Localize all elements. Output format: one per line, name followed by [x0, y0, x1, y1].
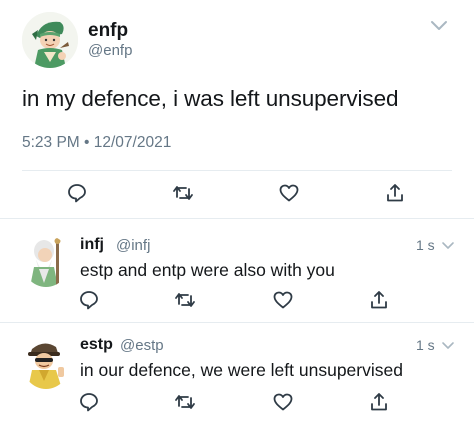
avatar-illustration: [22, 337, 70, 389]
share-icon[interactable]: [368, 289, 390, 311]
reply-time: 1 s: [416, 337, 435, 353]
like-icon[interactable]: [272, 289, 294, 311]
like-icon[interactable]: [272, 391, 294, 413]
tweet-actions: [0, 182, 474, 212]
divider: [22, 170, 452, 171]
retweet-icon[interactable]: [174, 391, 196, 413]
tweet-text: estp and entp were also with you: [80, 260, 335, 280]
tweet-thread: enfp @enfp in my defence, i was left uns…: [0, 0, 474, 423]
avatar-illustration: [22, 235, 70, 287]
tweet-timestamp[interactable]: 5:23 PM • 12/07/2021: [22, 134, 171, 152]
display-name[interactable]: enfp: [88, 20, 128, 42]
user-handle[interactable]: @estp: [120, 337, 164, 354]
share-icon[interactable]: [384, 182, 406, 204]
avatar-illustration: [22, 12, 78, 68]
reply-tweet[interactable]: estp @estp 1 s in our defence, we were l…: [0, 323, 474, 423]
avatar[interactable]: [22, 337, 70, 389]
reply-icon[interactable]: [66, 182, 88, 204]
like-icon[interactable]: [278, 182, 300, 204]
reply-tweet[interactable]: infj @infj 1 s estp and entp were also w…: [0, 219, 474, 323]
user-handle[interactable]: @enfp: [88, 42, 132, 59]
main-tweet: enfp @enfp in my defence, i was left uns…: [0, 0, 474, 220]
display-name[interactable]: infj: [80, 236, 104, 254]
reply-icon[interactable]: [78, 391, 100, 413]
retweet-icon[interactable]: [172, 182, 194, 204]
tweet-text: in our defence, we were left unsupervise…: [80, 360, 403, 380]
reply-icon[interactable]: [78, 289, 100, 311]
tweet-actions: [0, 289, 474, 319]
chevron-down-icon[interactable]: [428, 14, 450, 36]
chevron-down-icon[interactable]: [440, 338, 456, 354]
avatar[interactable]: [22, 12, 78, 68]
avatar[interactable]: [22, 235, 70, 287]
share-icon[interactable]: [368, 391, 390, 413]
reply-time: 1 s: [416, 237, 435, 253]
tweet-actions: [0, 391, 474, 421]
user-handle[interactable]: @infj: [116, 237, 150, 254]
tweet-text: in my defence, i was left unsupervised: [22, 86, 399, 111]
retweet-icon[interactable]: [174, 289, 196, 311]
chevron-down-icon[interactable]: [440, 238, 456, 254]
display-name[interactable]: estp: [80, 336, 113, 354]
